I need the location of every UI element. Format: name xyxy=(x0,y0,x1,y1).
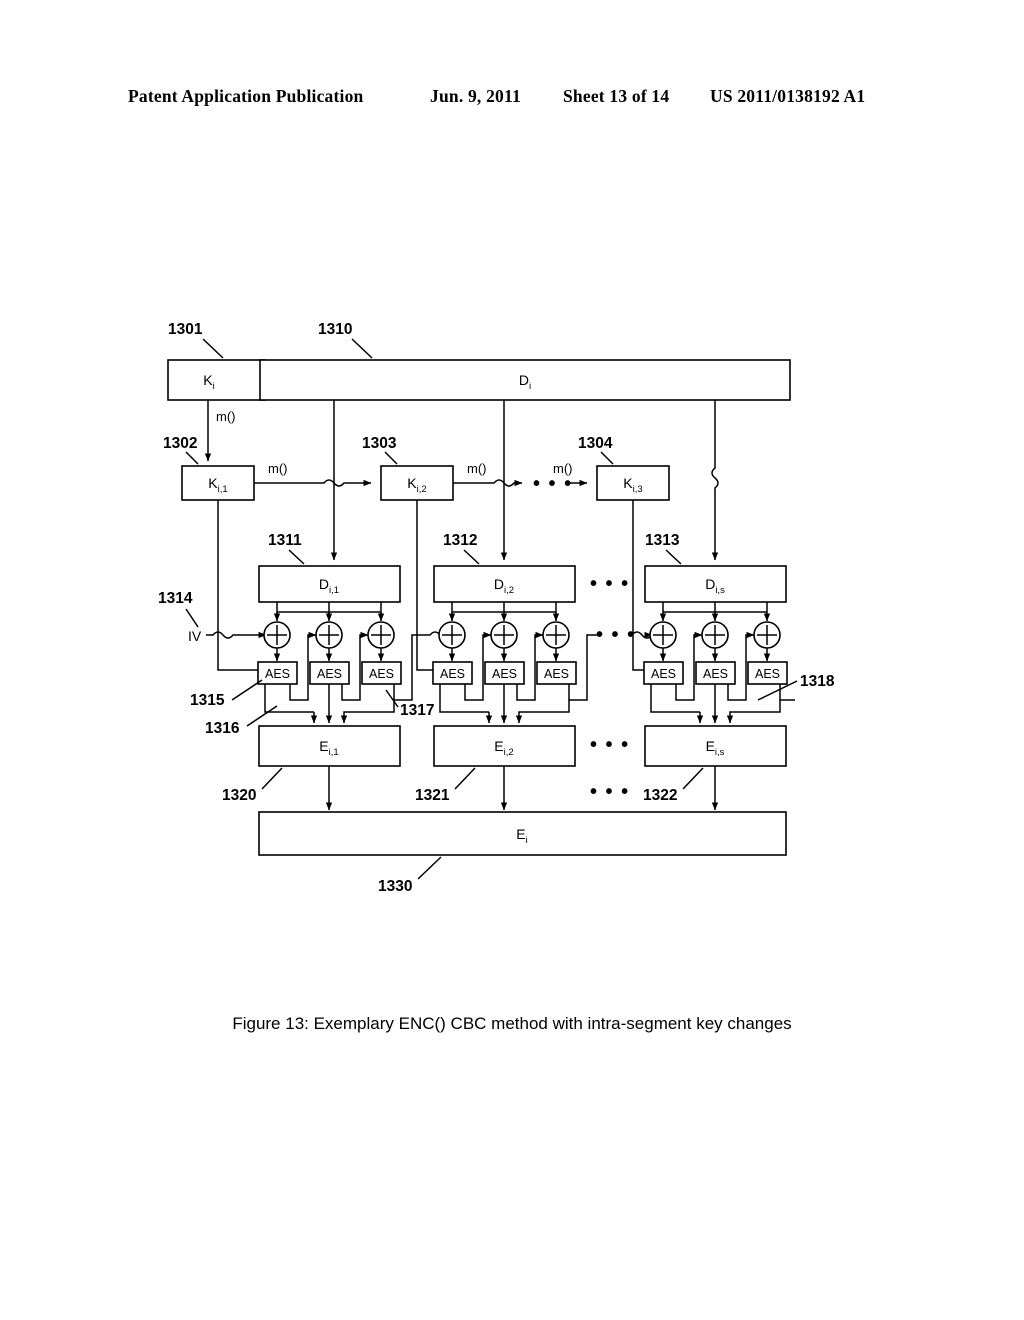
ref-1321: 1321 xyxy=(415,767,476,804)
m-label-1: m() xyxy=(268,461,288,476)
ref-1330: 1330 xyxy=(378,856,442,895)
svg-text:AES: AES xyxy=(544,667,569,681)
aes-box-1-1: AES xyxy=(257,661,298,685)
aes-box-2-1: AES xyxy=(432,661,473,685)
aes-box-2-2: AES xyxy=(484,661,525,685)
key-master-box: Ki xyxy=(167,359,266,401)
svg-text:AES: AES xyxy=(492,667,517,681)
svg-text:1322: 1322 xyxy=(643,787,677,804)
svg-text:1301: 1301 xyxy=(168,321,203,338)
svg-text:AES: AES xyxy=(265,667,290,681)
subkey-box-1: Ki,1 xyxy=(181,465,255,501)
svg-text:AES: AES xyxy=(369,667,394,681)
m-label-2: m() xyxy=(467,461,487,476)
svg-text:1302: 1302 xyxy=(163,435,197,452)
ellipsis-reflow: • • • xyxy=(590,781,630,803)
ref-1322: 1322 xyxy=(643,767,704,804)
svg-text:1303: 1303 xyxy=(362,435,397,452)
figure-13-diagram: Ki 1301 Di 1310 m() Ki,1 1302 Ki,2 1303 … xyxy=(158,321,835,895)
ref-1314: 1314 xyxy=(158,590,199,628)
xor-gate-1-3 xyxy=(367,621,395,649)
ellipsis-xorrow: • • • xyxy=(596,624,636,646)
ref-1311: 1311 xyxy=(268,532,305,565)
svg-text:1330: 1330 xyxy=(378,878,412,895)
ellipsis-datarow: • • • xyxy=(590,573,630,595)
data-block-3: Di,s xyxy=(644,565,787,603)
key-master-sub: i xyxy=(213,381,215,392)
xor-gate-2-3 xyxy=(542,621,570,649)
patent-figure-page: Patent Application Publication Jun. 9, 2… xyxy=(0,0,1024,1320)
xor-gate-3-3 xyxy=(753,621,781,649)
svg-text:AES: AES xyxy=(651,667,676,681)
m-label-3: m() xyxy=(553,461,573,476)
svg-text:1310: 1310 xyxy=(318,321,352,338)
data-master-label: D xyxy=(519,372,529,388)
m-label-master: m() xyxy=(216,409,236,424)
xor-gate-2-2 xyxy=(490,621,518,649)
svg-text:1313: 1313 xyxy=(645,532,680,549)
enc-block-1: Ei,1 xyxy=(258,725,401,767)
figure-caption: Figure 13: Exemplary ENC() CBC method wi… xyxy=(232,1014,792,1033)
ref-1312: 1312 xyxy=(443,532,480,565)
xor-gate-3-1 xyxy=(649,621,677,649)
ellipsis-encrow: • • • xyxy=(590,734,630,756)
result-master-label: E xyxy=(516,826,525,842)
ref-1301: 1301 xyxy=(168,321,224,359)
result-master-sub: i xyxy=(526,835,528,846)
svg-text:1312: 1312 xyxy=(443,532,477,549)
svg-text:IV: IV xyxy=(188,628,202,644)
ref-1310: 1310 xyxy=(318,321,373,359)
iv-label-group: IV xyxy=(188,628,267,644)
enc-block-2: Ei,2 xyxy=(433,725,576,767)
aes-box-2-3: AES xyxy=(536,661,577,685)
data-master-box: Di xyxy=(259,359,791,401)
iv-label: IV xyxy=(188,628,202,644)
svg-text:AES: AES xyxy=(317,667,342,681)
ref-1315: 1315 xyxy=(190,679,263,709)
xor-gate-3-2 xyxy=(701,621,729,649)
svg-text:AES: AES xyxy=(755,667,780,681)
aes-box-3-2: AES xyxy=(695,661,736,685)
ref-1302: 1302 xyxy=(163,435,199,465)
ref-1313: 1313 xyxy=(645,532,682,565)
result-master-box: Ei xyxy=(258,811,787,856)
xor-gate-2-1 xyxy=(438,621,466,649)
ref-1304: 1304 xyxy=(578,435,614,465)
aes-box-1-2: AES xyxy=(309,661,350,685)
aes-box-3-3: AES xyxy=(747,661,788,685)
svg-text:1304: 1304 xyxy=(578,435,613,452)
xor-gate-1-2 xyxy=(315,621,343,649)
svg-text:1320: 1320 xyxy=(222,787,256,804)
svg-text:1318: 1318 xyxy=(800,673,835,690)
svg-text:1321: 1321 xyxy=(415,787,450,804)
aes-box-3-1: AES xyxy=(643,661,684,685)
data-master-sub: i xyxy=(529,381,531,392)
subkey-box-3: Ki,3 xyxy=(596,465,670,501)
svg-text:1316: 1316 xyxy=(205,720,240,737)
svg-text:1317: 1317 xyxy=(400,702,434,719)
aes-box-1-3: AES xyxy=(361,661,402,685)
svg-text:1311: 1311 xyxy=(268,532,302,549)
ref-1320: 1320 xyxy=(222,767,283,804)
svg-text:1314: 1314 xyxy=(158,590,193,607)
svg-text:AES: AES xyxy=(440,667,465,681)
enc-block-3: Ei,s xyxy=(644,725,787,767)
ref-1303: 1303 xyxy=(362,435,398,465)
svg-text:1315: 1315 xyxy=(190,692,225,709)
xor-gate-1-1 xyxy=(263,621,291,649)
data-block-2: Di,2 xyxy=(433,565,576,603)
svg-text:AES: AES xyxy=(703,667,728,681)
subkey-box-2: Ki,2 xyxy=(380,465,454,501)
data-block-1: Di,1 xyxy=(258,565,401,603)
ellipsis-keyrow: • • • xyxy=(533,473,573,495)
